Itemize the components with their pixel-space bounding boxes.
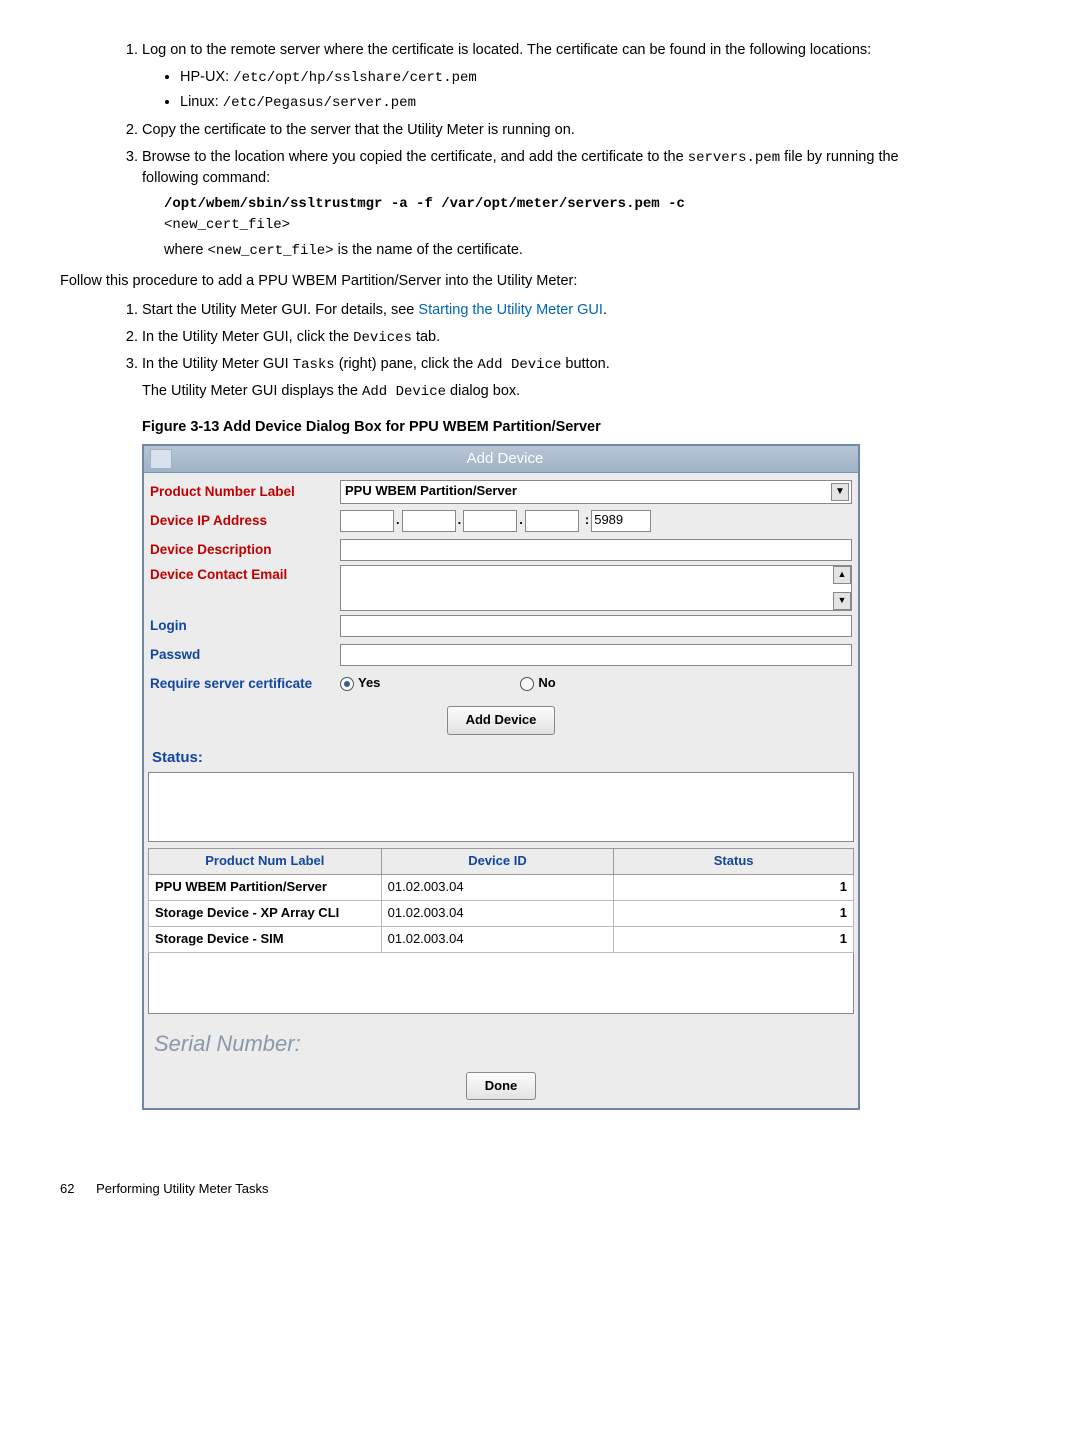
th-deviceid: Device ID [381,849,614,875]
bullet-hpux: HP-UX: /etc/opt/hp/sslshare/cert.pem [180,67,900,88]
step-2: Copy the certificate to the server that … [142,120,900,141]
ip-octet-3[interactable] [463,510,517,532]
port-input[interactable]: 5989 [591,510,651,532]
add-device-button[interactable]: Add Device [447,706,556,735]
passwd-input[interactable] [340,644,852,666]
ip-octet-1[interactable] [340,510,394,532]
table-row: PPU WBEM Partition/Server 01.02.003.04 1 [149,875,854,901]
status-label: Status: [146,743,856,773]
label-login: Login [146,616,340,636]
link-starting-gui[interactable]: Starting the Utility Meter GUI [418,302,603,318]
table-empty-area [148,953,854,1014]
page-number: 62 [60,1181,74,1196]
th-product: Product Num Label [149,849,382,875]
titlebar: Add Device [144,446,858,473]
label-desc: Device Description [146,540,340,560]
command: /opt/wbem/sbin/ssltrustmgr -a -f /var/op… [164,196,685,212]
serial-number-label: Serial Number: [146,1014,856,1064]
product-select[interactable]: PPU WBEM Partition/Server ▼ [340,480,852,504]
table-row: Storage Device - XP Array CLI 01.02.003.… [149,901,854,927]
done-button[interactable]: Done [466,1072,537,1101]
radio-no[interactable] [520,677,534,691]
label-product: Product Number Label [146,482,340,502]
proc-step-3: In the Utility Meter GUI Tasks (right) p… [142,354,900,403]
label-ip: Device IP Address [146,511,340,531]
radio-yes[interactable] [340,677,354,691]
status-area [148,772,854,842]
command-arg: <new_cert_file> [164,217,290,233]
step-1-text: Log on to the remote server where the ce… [142,42,871,58]
email-textarea[interactable]: ▲ ▼ [340,565,852,611]
page-footer: 62 Performing Utility Meter Tasks [60,1180,900,1199]
proc-step-2: In the Utility Meter GUI, click the Devi… [142,327,900,348]
label-email: Device Contact Email [146,565,340,585]
ip-octet-4[interactable] [525,510,579,532]
label-passwd: Passwd [146,645,340,665]
add-device-dialog: Add Device Product Number Label PPU WBEM… [142,444,860,1111]
dialog-title: Add Device [152,448,858,470]
footer-title: Performing Utility Meter Tasks [96,1181,268,1196]
chevron-down-icon[interactable]: ▼ [831,483,849,501]
login-input[interactable] [340,615,852,637]
figure-caption: Figure 3-13 Add Device Dialog Box for PP… [142,417,900,438]
th-status: Status [614,849,854,875]
description-input[interactable] [340,539,852,561]
label-reqcert: Require server certificate [146,674,340,694]
step-3: Browse to the location where you copied … [142,147,900,261]
proc-step-1: Start the Utility Meter GUI. For details… [142,300,900,321]
scroll-up-icon[interactable]: ▲ [833,566,851,584]
ip-octet-2[interactable] [402,510,456,532]
bullet-linux: Linux: /etc/Pegasus/server.pem [180,92,900,113]
scroll-down-icon[interactable]: ▼ [833,592,851,610]
table-row: Storage Device - SIM 01.02.003.04 1 [149,926,854,952]
intro-paragraph: Follow this procedure to add a PPU WBEM … [60,271,900,292]
step-1: Log on to the remote server where the ce… [142,40,900,114]
device-table: Product Num Label Device ID Status PPU W… [148,848,854,952]
